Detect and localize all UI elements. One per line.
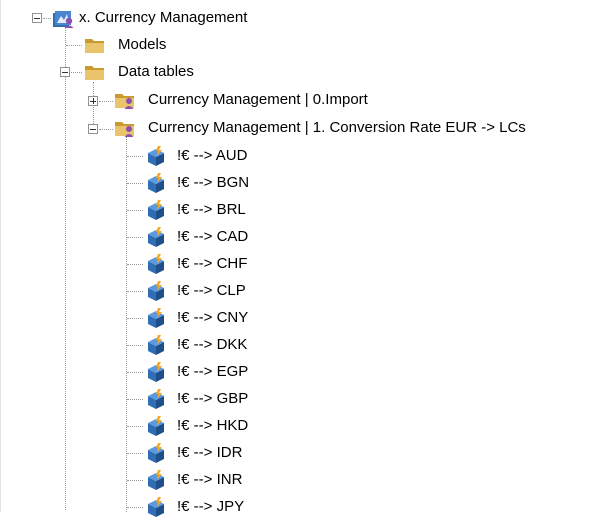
tree-branch-line: [43, 18, 51, 19]
tree-node-rate-label[interactable]: !€ --> EGP: [177, 361, 248, 383]
tree-branch-line: [127, 264, 143, 265]
data-cube-icon: [145, 361, 167, 383]
tree-branch-line: [127, 237, 143, 238]
data-table-folder-icon: [114, 118, 136, 138]
data-table-folder-icon: [114, 90, 136, 110]
tree-branch-line: [127, 426, 143, 427]
folder-icon: [84, 62, 106, 82]
tree-node-import-table-label[interactable]: Currency Management | 0.Import: [148, 89, 368, 111]
tree-branch-line: [127, 399, 143, 400]
tree-node-rate-label[interactable]: !€ --> IDR: [177, 442, 242, 464]
tree-branch-line: [71, 72, 82, 73]
tree-guide-line: [93, 82, 94, 130]
tree-node-rate-label[interactable]: !€ --> CAD: [177, 226, 248, 248]
tree-node-rate-label[interactable]: !€ --> CNY: [177, 307, 248, 329]
tree-branch-line: [127, 345, 143, 346]
tree-branch-line: [127, 372, 143, 373]
pane-left-border: [0, 0, 1, 512]
tree-node-rate-label[interactable]: !€ --> BGN: [177, 172, 249, 194]
data-cube-icon: [145, 199, 167, 221]
data-cube-icon: [145, 280, 167, 302]
data-cube-icon: [145, 172, 167, 194]
expander-conversion-table[interactable]: [88, 124, 98, 134]
tree-branch-line: [127, 156, 143, 157]
tree-node-rate-label[interactable]: !€ --> GBP: [177, 388, 248, 410]
tree-node-rate-label[interactable]: !€ --> CLP: [177, 280, 246, 302]
expander-import-table[interactable]: [88, 96, 98, 106]
data-cube-icon: [145, 253, 167, 275]
tree-branch-line: [99, 101, 113, 102]
tree-branch-line: [127, 453, 143, 454]
expander-root[interactable]: [32, 13, 42, 23]
data-cube-icon: [145, 469, 167, 491]
tree-branch-line: [127, 183, 143, 184]
tree-branch-line: [99, 129, 113, 130]
tree-node-rate-label[interactable]: !€ --> DKK: [177, 334, 247, 356]
tree-node-rate-label[interactable]: !€ --> HKD: [177, 415, 248, 437]
tree-node-rate-label[interactable]: !€ --> CHF: [177, 253, 247, 275]
tree-node-rate-label[interactable]: !€ --> JPY: [177, 496, 244, 518]
tree-node-data-tables-label[interactable]: Data tables: [118, 61, 194, 83]
data-cube-icon: [145, 496, 167, 518]
data-cube-icon: [145, 388, 167, 410]
tree-branch-line: [127, 291, 143, 292]
data-cube-icon: [145, 334, 167, 356]
folder-icon: [84, 35, 106, 55]
tree-branch-line: [127, 210, 143, 211]
data-cube-icon: [145, 145, 167, 167]
model-group-icon: [52, 8, 74, 28]
data-cube-icon: [145, 307, 167, 329]
tree-branch-line: [127, 480, 143, 481]
data-cube-icon: [145, 226, 167, 248]
tree-guide-line: [126, 136, 127, 512]
tree-branch-line: [127, 318, 143, 319]
tree-guide-line: [65, 70, 66, 510]
tree-branch-line: [127, 507, 143, 508]
data-cube-icon: [145, 415, 167, 437]
tree-node-rate-label[interactable]: !€ --> AUD: [177, 145, 247, 167]
tree-node-models-label[interactable]: Models: [118, 34, 166, 56]
data-cube-icon: [145, 442, 167, 464]
tree-node-rate-label[interactable]: !€ --> INR: [177, 469, 242, 491]
expander-data-tables[interactable]: [60, 67, 70, 77]
tree-branch-line: [66, 45, 82, 46]
tree-node-root-label[interactable]: x. Currency Management: [79, 7, 247, 29]
tree-node-rate-label[interactable]: !€ --> BRL: [177, 199, 246, 221]
tree-node-conversion-table-label[interactable]: Currency Management | 1. Conversion Rate…: [148, 117, 526, 139]
